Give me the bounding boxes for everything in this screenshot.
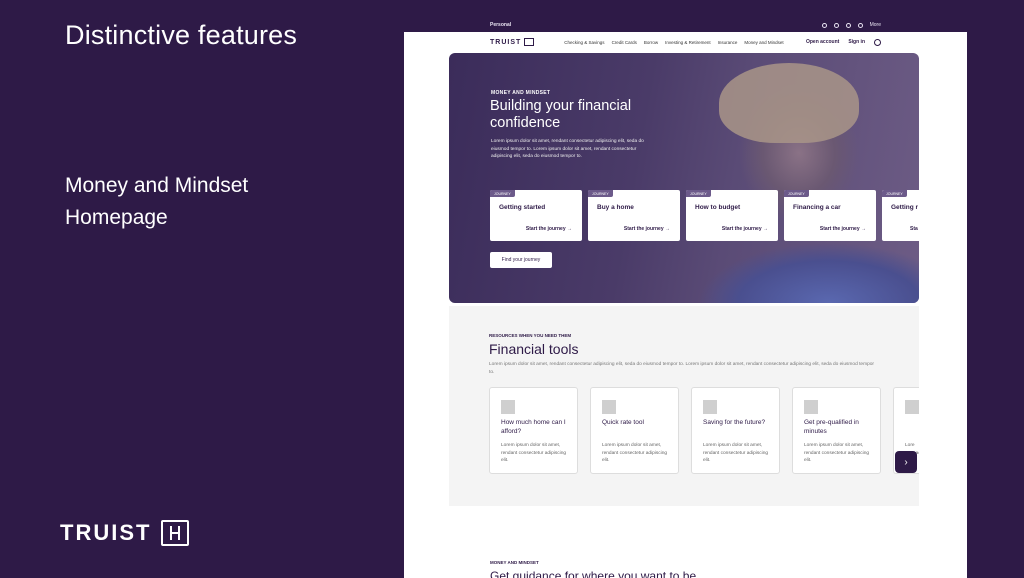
tool-desc: Lorem ipsum dolor sit amet, rendant cons…	[703, 443, 769, 463]
journey-card[interactable]: JOURNEY Getting started Start the journe…	[490, 190, 582, 241]
tool-image-placeholder	[905, 400, 919, 414]
journey-card[interactable]: JOURNEY Buy a home Start the journey →	[588, 190, 680, 241]
user-icon[interactable]	[874, 38, 881, 46]
tools-body: Lorem ipsum dolor sit amet, rendant cons…	[489, 362, 875, 375]
journey-card[interactable]: JOURNEY How to budget Start the journey …	[686, 190, 778, 241]
truist-logo: TRUIST	[60, 520, 190, 546]
tool-title: Saving for the future?	[703, 419, 766, 426]
journey-title: Buy a home	[597, 204, 634, 211]
start-journey-link[interactable]: Start the journey →	[526, 226, 572, 232]
location-icon[interactable]	[833, 22, 839, 28]
open-account-link[interactable]: Open account	[806, 39, 839, 45]
journey-tag: JOURNEY	[882, 190, 907, 197]
tool-image-placeholder	[804, 400, 818, 414]
nav-links: Checking & Savings Credit Cards Borrow I…	[564, 40, 806, 45]
tool-card[interactable]: Saving for the future? Lorem ipsum dolor…	[691, 387, 780, 474]
hero-title: Building your financial confidence	[490, 98, 632, 131]
start-journey-link[interactable]: Start the journey →	[624, 226, 670, 232]
slide: Distinctive features Money and Mindset H…	[0, 0, 1024, 578]
search-icon[interactable]	[857, 22, 863, 28]
start-journey-link[interactable]: Sta	[910, 226, 918, 232]
journey-cards: JOURNEY Getting started Start the journe…	[490, 190, 919, 241]
hero-body: Lorem ipsum dolor sit amet, rendant cons…	[491, 139, 644, 159]
hero-eyebrow: MONEY AND MINDSET	[491, 90, 551, 96]
journey-card[interactable]: JOURNEY Financing a car Start the journe…	[784, 190, 876, 241]
journey-tag: JOURNEY	[686, 190, 711, 197]
journey-title: Getting started	[499, 204, 546, 211]
nav-link[interactable]: Insurance	[718, 40, 738, 45]
journey-tag: JOURNEY	[784, 190, 809, 197]
nav-link[interactable]: Borrow	[644, 40, 658, 45]
slide-subtitle: Money and Mindset Homepage	[65, 174, 249, 229]
tool-card[interactable]: Quick rate tool Lorem ipsum dolor sit am…	[590, 387, 679, 474]
guidance-section: MONEY AND MINDSET Get guidance for where…	[490, 560, 696, 578]
guidance-title: Get guidance for where you want to be	[490, 569, 697, 578]
phone-icon[interactable]	[845, 22, 851, 28]
nav-link[interactable]: Checking & Savings	[564, 40, 604, 45]
truist-mark-icon	[161, 520, 190, 546]
nav-link[interactable]: Investing & Retirement	[665, 40, 711, 45]
journey-title: Financing a car	[793, 204, 841, 211]
nav-link[interactable]: Money and Mindset	[744, 40, 783, 45]
nav-logo-text: TRUIST	[490, 38, 522, 46]
truist-mark-icon	[524, 38, 535, 46]
start-journey-link[interactable]: Start the journey →	[722, 226, 768, 232]
nav-link[interactable]: Credit Cards	[612, 40, 637, 45]
find-journey-button[interactable]: Find your journey	[490, 252, 552, 268]
sign-in-link[interactable]: Sign in	[848, 39, 865, 45]
journey-title: How to budget	[695, 204, 741, 211]
top-nav: TRUIST Checking & Savings Credit Cards B…	[404, 32, 967, 52]
nav-logo[interactable]: TRUIST	[490, 38, 535, 46]
financial-tools-section: RESOURCES WHEN YOU NEED THEM Financial t…	[449, 306, 919, 506]
hero-photo-hat	[719, 63, 859, 143]
brand-wordmark: TRUIST	[60, 520, 152, 545]
tool-title: How much home can I afford?	[501, 419, 566, 435]
tool-card[interactable]: How much home can I afford? Lorem ipsum …	[489, 387, 578, 474]
tool-title: Get pre-qualified in minutes	[804, 419, 859, 435]
journey-card[interactable]: JOURNEY Getting r Sta	[882, 190, 919, 241]
clock-icon[interactable]	[821, 22, 827, 28]
start-journey-link[interactable]: Start the journey →	[820, 226, 866, 232]
utility-bar: Personal More	[404, 18, 967, 32]
tool-desc: Lorem ipsum dolor sit amet, rendant cons…	[501, 443, 567, 463]
hero-banner: MONEY AND MINDSET Building your financia…	[449, 53, 919, 303]
tool-desc: Lorem ipsum dolor sit amet, rendant cons…	[602, 443, 668, 463]
tool-card[interactable]: Get pre-qualified in minutes Lorem ipsum…	[792, 387, 881, 474]
journey-title: Getting r	[891, 204, 919, 211]
tool-image-placeholder	[501, 400, 515, 414]
tool-desc: Lorem ipsum dolor sit amet, rendant cons…	[804, 443, 870, 463]
segment-link[interactable]: Personal	[404, 22, 511, 28]
journey-tag: JOURNEY	[588, 190, 613, 197]
tool-title: Quick rate tool	[602, 419, 644, 426]
slide-title: Distinctive features	[65, 20, 298, 50]
tool-image-placeholder	[602, 400, 616, 414]
tool-image-placeholder	[703, 400, 717, 414]
more-link[interactable]: More	[870, 22, 881, 28]
homepage-mock: TRUIST Checking & Savings Credit Cards B…	[404, 32, 967, 578]
tools-title: Financial tools	[489, 341, 579, 357]
journey-tag: JOURNEY	[490, 190, 515, 197]
tools-eyebrow: RESOURCES WHEN YOU NEED THEM	[489, 333, 572, 338]
chevron-right-icon[interactable]: ›	[895, 451, 917, 473]
tool-cards: How much home can I afford? Lorem ipsum …	[489, 387, 919, 474]
guidance-eyebrow: MONEY AND MINDSET	[490, 560, 539, 565]
